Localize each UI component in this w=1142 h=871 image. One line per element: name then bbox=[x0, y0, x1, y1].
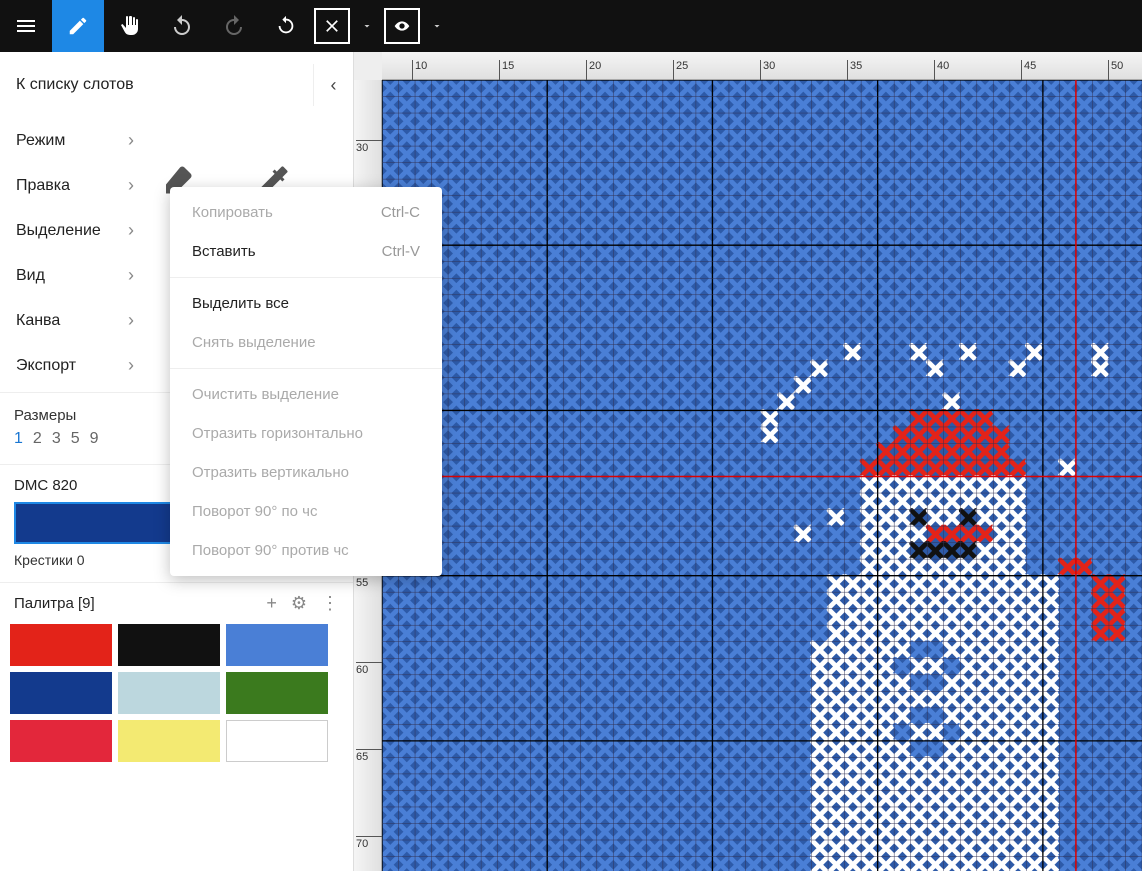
palette-color-1[interactable] bbox=[118, 624, 220, 666]
back-to-slots[interactable]: К списку слотов ‹ bbox=[0, 52, 353, 118]
chevron-right-icon: › bbox=[128, 175, 134, 196]
size-1[interactable]: 1 bbox=[14, 430, 23, 448]
chevron-right-icon: › bbox=[128, 265, 134, 286]
context-menu: КопироватьCtrl-CВставитьCtrl-V Выделить в… bbox=[170, 187, 442, 576]
menu-view[interactable]: Вид› bbox=[0, 253, 150, 298]
ctx-item: Поворот 90° против чс bbox=[170, 531, 442, 570]
menu-edit[interactable]: Правка› bbox=[0, 163, 150, 208]
palette-color-0[interactable] bbox=[10, 624, 112, 666]
ctx-item: Отразить вертикально bbox=[170, 453, 442, 492]
ctx-item: Поворот 90° по чс bbox=[170, 492, 442, 531]
menu-canvas[interactable]: Канва› bbox=[0, 298, 150, 343]
palette-color-8[interactable] bbox=[226, 720, 328, 762]
clear-x-button[interactable] bbox=[314, 8, 350, 44]
palette-color-3[interactable] bbox=[10, 672, 112, 714]
size-2[interactable]: 2 bbox=[33, 430, 42, 448]
pencil-tool-button[interactable] bbox=[52, 0, 104, 52]
top-toolbar bbox=[0, 0, 1142, 52]
menu-button[interactable] bbox=[0, 0, 52, 52]
palette-gear-icon[interactable]: ⚙ bbox=[291, 593, 307, 614]
chevron-right-icon: › bbox=[128, 310, 134, 331]
ctx-item: Очистить выделение bbox=[170, 375, 442, 414]
palette-add-icon[interactable]: + bbox=[266, 593, 277, 614]
canvas-area[interactable]: 101520253035404550 303540455055606570 bbox=[354, 52, 1142, 871]
palette-color-5[interactable] bbox=[226, 672, 328, 714]
ruler-horizontal: 101520253035404550 bbox=[382, 52, 1142, 80]
undo-button[interactable] bbox=[156, 0, 208, 52]
hand-tool-button[interactable] bbox=[104, 0, 156, 52]
palette-color-7[interactable] bbox=[118, 720, 220, 762]
palette-color-2[interactable] bbox=[226, 624, 328, 666]
collapse-panel-button[interactable]: ‹ bbox=[313, 64, 353, 106]
redo-button[interactable] bbox=[208, 0, 260, 52]
canvas-content[interactable] bbox=[382, 80, 1142, 871]
palette-color-6[interactable] bbox=[10, 720, 112, 762]
palette-grid bbox=[0, 620, 353, 766]
chevron-right-icon: › bbox=[128, 220, 134, 241]
size-5[interactable]: 5 bbox=[71, 430, 80, 448]
back-to-slots-label: К списку слотов bbox=[16, 76, 134, 94]
size-9[interactable]: 9 bbox=[90, 430, 99, 448]
ctx-item[interactable]: Выделить все bbox=[170, 284, 442, 323]
clear-dropdown[interactable] bbox=[352, 0, 382, 52]
chevron-right-icon: › bbox=[128, 355, 134, 376]
palette-label: Палитра [9] bbox=[14, 595, 95, 612]
ctx-item: Снять выделение bbox=[170, 323, 442, 362]
menu-mode[interactable]: Режим› bbox=[0, 118, 150, 163]
visibility-dropdown[interactable] bbox=[422, 0, 452, 52]
palette-color-4[interactable] bbox=[118, 672, 220, 714]
menu-export[interactable]: Экспорт› bbox=[0, 343, 150, 388]
refresh-button[interactable] bbox=[260, 0, 312, 52]
ctx-item: КопироватьCtrl-C bbox=[170, 193, 442, 232]
visibility-button[interactable] bbox=[384, 8, 420, 44]
palette-more-icon[interactable]: ⋮ bbox=[321, 593, 339, 614]
ctx-item: Отразить горизонтально bbox=[170, 414, 442, 453]
menu-selection[interactable]: Выделение› bbox=[0, 208, 150, 253]
size-3[interactable]: 3 bbox=[52, 430, 61, 448]
ctx-item[interactable]: ВставитьCtrl-V bbox=[170, 232, 442, 271]
chevron-right-icon: › bbox=[128, 130, 134, 151]
